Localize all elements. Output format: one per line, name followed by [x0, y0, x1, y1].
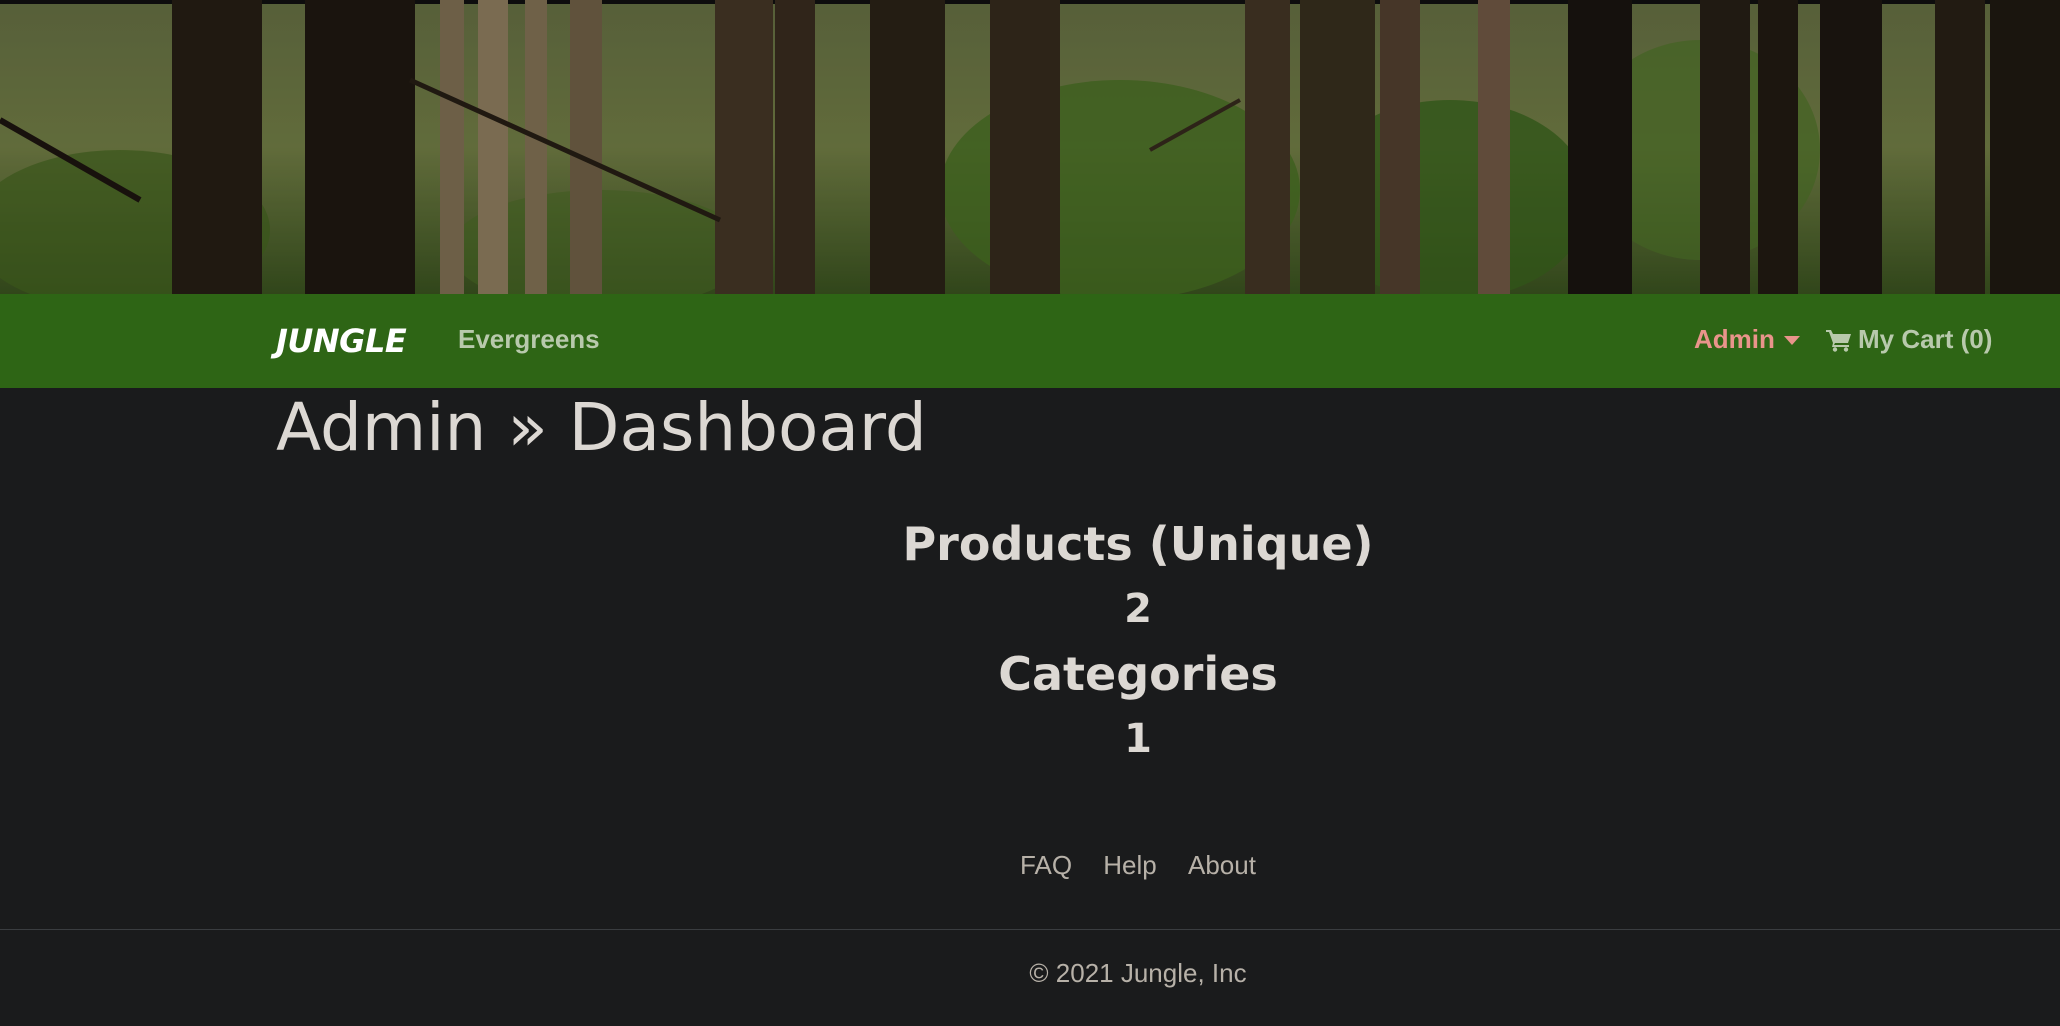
- nav-link-evergreens[interactable]: Evergreens: [458, 324, 600, 355]
- footer-links: FAQ Help About: [0, 850, 2060, 881]
- stat-products-label: Products (Unique): [902, 517, 1374, 571]
- footer-divider: [0, 929, 2060, 930]
- dashboard-stats: Products (Unique) 2 Categories 1: [0, 512, 2060, 772]
- chevron-down-icon[interactable]: [1784, 336, 1800, 345]
- stat-categories-label: Categories: [998, 647, 1278, 701]
- footer-link-faq[interactable]: FAQ: [1020, 850, 1072, 880]
- admin-dropdown-toggle[interactable]: Admin: [1694, 324, 1775, 355]
- page-title: Admin » Dashboard: [276, 389, 927, 466]
- shopping-cart-icon: [1826, 329, 1851, 352]
- cart-label: My Cart (0): [1858, 324, 1993, 354]
- cart-link[interactable]: My Cart (0): [1826, 324, 1992, 355]
- top-navbar: JUNGLE Evergreens Admin My Cart (0): [0, 294, 2060, 388]
- hero-banner-image: [0, 0, 2060, 294]
- footer-link-help[interactable]: Help: [1103, 850, 1156, 880]
- copyright-text: © 2021 Jungle, Inc: [1029, 958, 1247, 988]
- brand-logo[interactable]: JUNGLE: [276, 322, 407, 360]
- stat-products-value: 2: [1124, 586, 1152, 632]
- footer-link-about[interactable]: About: [1188, 850, 1256, 880]
- stat-categories-value: 1: [1124, 716, 1152, 762]
